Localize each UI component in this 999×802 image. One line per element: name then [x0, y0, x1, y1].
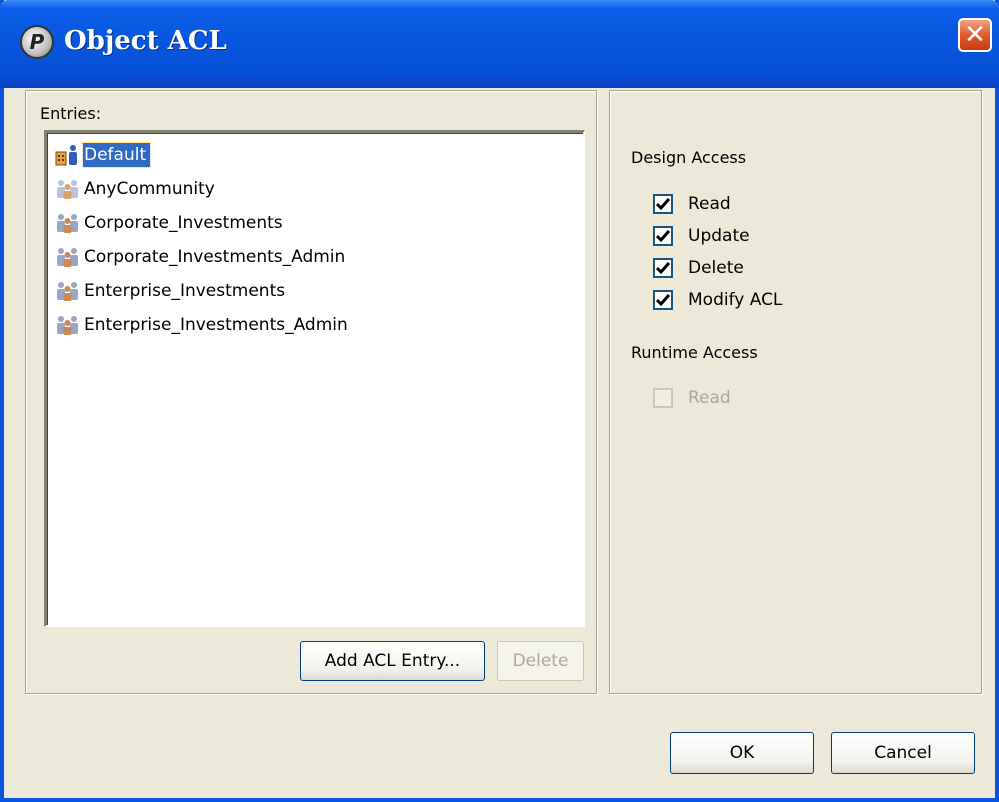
list-item-label: Corporate_Investments_Admin: [84, 247, 346, 267]
add-acl-entry-button[interactable]: Add ACL Entry...: [300, 641, 485, 681]
title-bar[interactable]: P Object ACL ✕: [0, 0, 999, 88]
list-item-label: Enterprise_Investments: [84, 281, 286, 301]
list-item-anycommunity[interactable]: AnyCommunity: [55, 175, 219, 203]
checkmark-icon: [655, 230, 671, 243]
runtime-access-heading: Runtime Access: [631, 343, 758, 362]
dialog-title: Object ACL: [64, 26, 227, 56]
design-read-label: Read: [688, 194, 731, 214]
group-icon: [55, 314, 81, 336]
list-item-label: AnyCommunity: [84, 179, 215, 199]
design-modify-acl-label: Modify ACL: [688, 290, 783, 310]
group-icon: [55, 280, 81, 302]
user-group-default-icon: [55, 144, 81, 166]
group-icon: [55, 246, 81, 268]
entries-label: Entries:: [40, 104, 102, 123]
list-item-enterprise-investments-admin[interactable]: Enterprise_Investments_Admin: [55, 311, 352, 339]
cancel-button[interactable]: Cancel: [831, 732, 975, 774]
checkmark-icon: [655, 262, 671, 275]
design-delete-label: Delete: [688, 258, 744, 278]
checkmark-icon: [655, 294, 671, 307]
list-item-corporate-investments-admin[interactable]: Corporate_Investments_Admin: [55, 243, 349, 271]
list-item-enterprise-investments[interactable]: Enterprise_Investments: [55, 277, 289, 305]
list-item-label: Corporate_Investments: [84, 213, 283, 233]
list-item-label: Default: [81, 142, 152, 168]
design-access-heading: Design Access: [631, 148, 747, 167]
design-update-checkbox[interactable]: [653, 226, 673, 246]
list-item-default[interactable]: Default: [55, 141, 152, 169]
runtime-read-checkbox[interactable]: [653, 388, 673, 408]
community-icon: [55, 178, 81, 200]
group-icon: [55, 212, 81, 234]
list-item-corporate-investments[interactable]: Corporate_Investments: [55, 209, 287, 237]
close-button[interactable]: ✕: [958, 18, 992, 52]
ok-button[interactable]: OK: [670, 732, 814, 774]
delete-entry-button[interactable]: Delete: [497, 641, 584, 681]
runtime-read-label: Read: [688, 388, 731, 408]
entries-list[interactable]: Default AnyCommunity Corporate_Investmen…: [44, 130, 585, 627]
app-logo-icon: P: [20, 25, 54, 59]
list-item-label: Enterprise_Investments_Admin: [84, 315, 348, 335]
design-delete-checkbox[interactable]: [653, 258, 673, 278]
design-update-label: Update: [688, 226, 750, 246]
design-modify-acl-checkbox[interactable]: [653, 290, 673, 310]
design-read-checkbox[interactable]: [653, 194, 673, 214]
checkmark-icon: [655, 198, 671, 211]
